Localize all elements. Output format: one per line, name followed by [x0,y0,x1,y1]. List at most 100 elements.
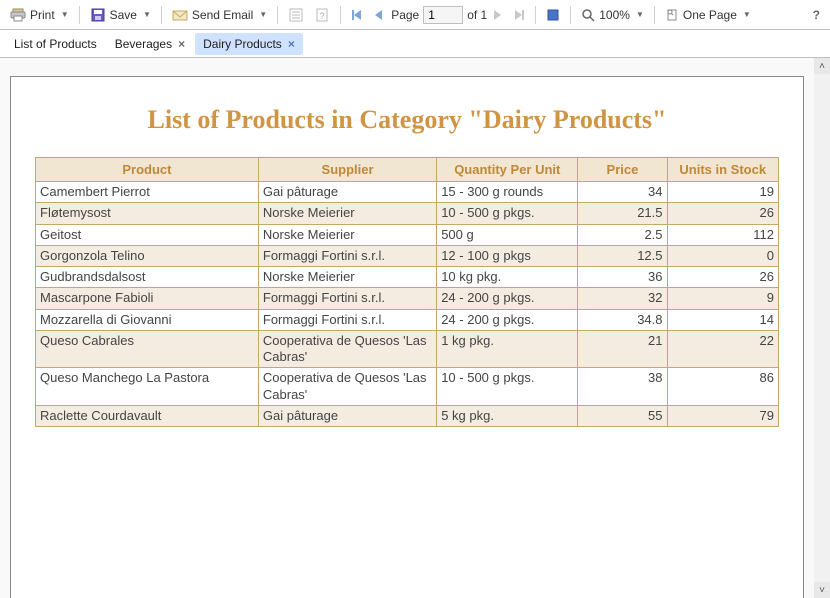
prev-page-icon [373,9,383,21]
parameters-button[interactable] [284,4,308,26]
save-icon [90,7,106,23]
cell-product: Gorgonzola Telino [36,245,259,266]
cell-price: 12.5 [578,245,667,266]
scroll-down-icon[interactable]: ˅ [814,582,830,598]
cell-supplier: Formaggi Fortini s.r.l. [258,288,436,309]
whole-page-button[interactable] [542,5,564,25]
col-supplier: Supplier [258,158,436,182]
table-row: GudbrandsdalsostNorske Meierier10 kg pkg… [36,267,779,288]
tab-dairy-products[interactable]: Dairy Products × [195,33,303,55]
cell-price: 36 [578,267,667,288]
cell-supplier: Cooperativa de Quesos 'Las Cabras' [258,368,436,406]
cell-price: 21.5 [578,203,667,224]
print-button[interactable]: Print ▼ [6,4,73,26]
cell-product: Camembert Pierrot [36,182,259,203]
table-row: FløtemysostNorske Meierier10 - 500 g pkg… [36,203,779,224]
doc-map-icon: ? [314,7,330,23]
cell-stock: 26 [667,203,778,224]
send-email-button[interactable]: Send Email ▼ [168,4,271,26]
cell-supplier: Norske Meierier [258,267,436,288]
cell-product: Mozzarella di Giovanni [36,309,259,330]
one-page-label: One Page [683,8,737,22]
toolbar: Print ▼ Save ▼ Send Email ▼ ? Page of 1 [0,0,830,30]
cell-qpu: 12 - 100 g pkgs [437,245,578,266]
tab-list-of-products[interactable]: List of Products [6,33,105,55]
toggle-doc-map-button[interactable]: ? [310,4,334,26]
cell-price: 55 [578,405,667,426]
first-page-button[interactable] [347,6,367,24]
cell-qpu: 10 - 500 g pkgs. [437,368,578,406]
table-row: Queso CabralesCooperativa de Quesos 'Las… [36,330,779,368]
help-button[interactable]: ? [809,5,824,25]
next-page-icon [493,9,503,21]
tab-label: List of Products [14,37,97,51]
email-icon [172,7,188,23]
tab-label: Beverages [115,37,172,51]
cell-stock: 86 [667,368,778,406]
cell-product: Raclette Courdavault [36,405,259,426]
separator [277,6,278,24]
first-page-icon [351,9,363,21]
last-page-icon [513,9,525,21]
cell-stock: 19 [667,182,778,203]
zoom-icon [581,8,595,22]
prev-page-button[interactable] [369,6,387,24]
page-layout-icon [665,8,679,22]
tab-beverages[interactable]: Beverages × [107,33,193,55]
cell-qpu: 10 - 500 g pkgs. [437,203,578,224]
cell-price: 34 [578,182,667,203]
save-label: Save [110,8,137,22]
cell-product: Gudbrandsdalsost [36,267,259,288]
separator [654,6,655,24]
scroll-up-icon[interactable]: ˄ [814,58,830,74]
cell-stock: 79 [667,405,778,426]
cell-product: Mascarpone Fabioli [36,288,259,309]
cell-stock: 26 [667,267,778,288]
cell-price: 34.8 [578,309,667,330]
chevron-down-icon: ▼ [259,10,267,19]
page-of-label: of 1 [467,8,487,22]
page-input[interactable] [423,6,463,24]
report-page: List of Products in Category "Dairy Prod… [10,76,804,598]
cell-price: 38 [578,368,667,406]
chevron-down-icon: ▼ [143,10,151,19]
scrollbar[interactable]: ˄ ˅ [814,58,830,598]
table-row: Queso Manchego La PastoraCooperativa de … [36,368,779,406]
cell-stock: 14 [667,309,778,330]
report-title: List of Products in Category "Dairy Prod… [35,105,779,135]
col-product: Product [36,158,259,182]
separator [79,6,80,24]
zoom-button[interactable]: 100% ▼ [577,5,648,25]
table-row: Gorgonzola TelinoFormaggi Fortini s.r.l.… [36,245,779,266]
print-icon [10,7,26,23]
cell-price: 21 [578,330,667,368]
cell-qpu: 15 - 300 g rounds [437,182,578,203]
cell-product: Queso Cabrales [36,330,259,368]
one-page-button[interactable]: One Page ▼ [661,5,755,25]
report-viewer: List of Products in Category "Dairy Prod… [0,58,830,598]
tabbar: List of Products Beverages × Dairy Produ… [0,30,830,58]
report-table: Product Supplier Quantity Per Unit Price… [35,157,779,427]
cell-supplier: Cooperativa de Quesos 'Las Cabras' [258,330,436,368]
separator [570,6,571,24]
save-button[interactable]: Save ▼ [86,4,155,26]
cell-supplier: Gai pâturage [258,182,436,203]
next-page-button[interactable] [489,6,507,24]
cell-supplier: Norske Meierier [258,203,436,224]
last-page-button[interactable] [509,6,529,24]
cell-supplier: Norske Meierier [258,224,436,245]
help-label: ? [813,8,820,22]
cell-price: 32 [578,288,667,309]
cell-stock: 22 [667,330,778,368]
cell-qpu: 5 kg pkg. [437,405,578,426]
print-label: Print [30,8,55,22]
tab-label: Dairy Products [203,37,282,51]
cell-stock: 9 [667,288,778,309]
cell-qpu: 500 g [437,224,578,245]
close-icon[interactable]: × [288,37,295,51]
whole-page-icon [546,8,560,22]
cell-supplier: Formaggi Fortini s.r.l. [258,245,436,266]
close-icon[interactable]: × [178,37,185,51]
cell-product: Fløtemysost [36,203,259,224]
separator [161,6,162,24]
